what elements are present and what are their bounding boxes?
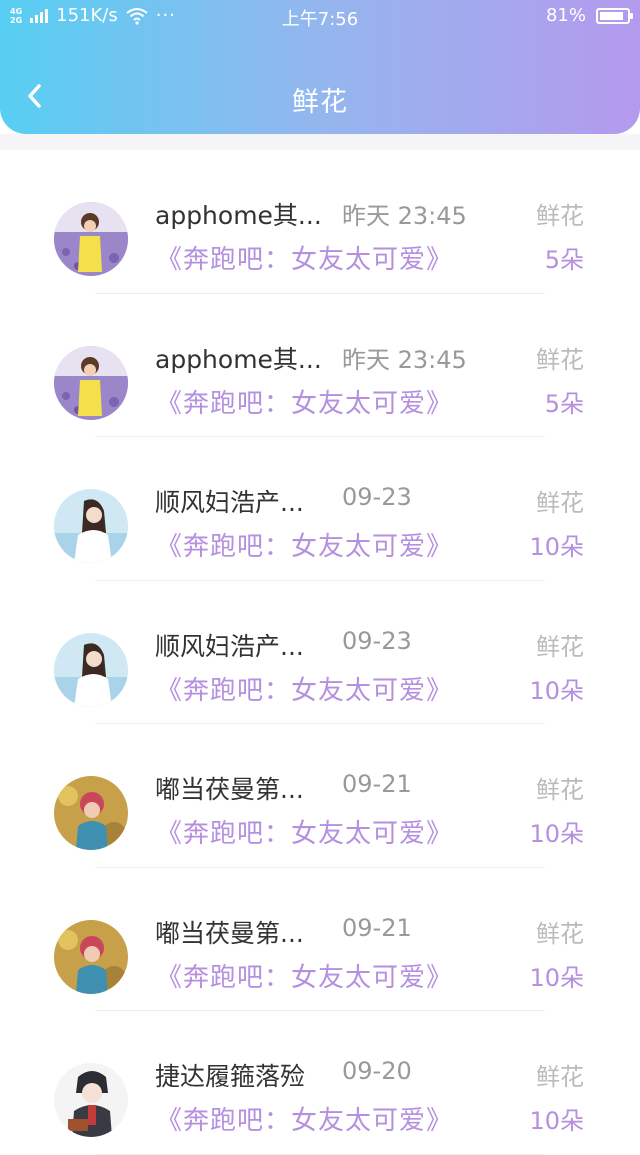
book-title-link[interactable]: 《奔跑吧：女友太可爱》 bbox=[156, 383, 453, 420]
book-title-link[interactable]: 《奔跑吧：女友太可爱》 bbox=[156, 239, 453, 276]
send-time: 09-23 bbox=[342, 483, 412, 511]
sender-name: 嘟当茯曼第... bbox=[155, 918, 304, 948]
avatar[interactable] bbox=[54, 489, 128, 563]
avatar-girl-sky-image bbox=[54, 632, 128, 707]
avatar[interactable] bbox=[54, 202, 128, 276]
avatar-girl-autumn-image bbox=[54, 776, 128, 850]
send-time: 昨天 23:45 bbox=[342, 202, 467, 230]
gift-type: 鲜花 bbox=[536, 919, 584, 948]
page-title: 鲜花 bbox=[292, 87, 348, 118]
gift-type: 鲜花 bbox=[536, 776, 584, 804]
sender-name: 顺风妇浩产... bbox=[155, 488, 304, 517]
status-bar: 4G 2G 151K/s ··· 上午7:56 81% bbox=[0, 0, 640, 34]
avatar-anime-boy-image bbox=[54, 1063, 128, 1137]
send-time: 09-23 bbox=[342, 626, 412, 655]
gift-type: 鲜花 bbox=[536, 489, 584, 517]
book-title-link[interactable]: 《奔跑吧：女友太可爱》 bbox=[156, 957, 453, 994]
gift-type: 鲜花 bbox=[536, 632, 584, 661]
gift-count: 5朵 bbox=[544, 246, 584, 274]
header: 4G 2G 151K/s ··· 上午7:56 81% 鲜花 bbox=[0, 0, 640, 134]
sender-name: apphome其... bbox=[155, 201, 322, 230]
send-time: 09-20 bbox=[342, 1057, 412, 1085]
list-item[interactable]: apphome其... 昨天 23:45 鲜花 《奔跑吧：女友太可爱》 5朵 bbox=[0, 294, 640, 438]
avatar[interactable] bbox=[54, 345, 128, 420]
avatar[interactable] bbox=[54, 919, 128, 994]
battery-percent: 81% bbox=[545, 5, 586, 26]
gift-count: 5朵 bbox=[544, 389, 584, 418]
send-time: 昨天 23:45 bbox=[342, 345, 467, 374]
avatar[interactable] bbox=[54, 632, 128, 707]
list-item[interactable]: 顺风妇浩产... 09-23 鲜花 《奔跑吧：女友太可爱》 10朵 bbox=[0, 437, 640, 581]
nav-bar: 鲜花 bbox=[0, 60, 640, 132]
gift-count: 10朵 bbox=[529, 676, 584, 705]
gift-type: 鲜花 bbox=[536, 345, 584, 374]
send-time: 09-21 bbox=[342, 770, 412, 798]
gift-record-list: apphome其... 昨天 23:45 鲜花 《奔跑吧：女友太可爱》 5朵 a… bbox=[0, 150, 640, 1155]
gift-count: 10朵 bbox=[529, 963, 584, 992]
sender-name: 顺风妇浩产... bbox=[155, 631, 304, 661]
avatar[interactable] bbox=[54, 776, 128, 850]
gift-type: 鲜花 bbox=[536, 1063, 584, 1091]
list-item[interactable]: 嘟当茯曼第... 09-21 鲜花 《奔跑吧：女友太可爱》 10朵 bbox=[0, 724, 640, 868]
book-title-link[interactable]: 《奔跑吧：女友太可爱》 bbox=[156, 670, 453, 707]
avatar-girl-flowers-image bbox=[54, 345, 128, 420]
avatar-girl-flowers-image bbox=[54, 202, 128, 276]
book-title-link[interactable]: 《奔跑吧：女友太可爱》 bbox=[156, 1100, 453, 1137]
sender-name: 嘟当茯曼第... bbox=[155, 775, 304, 804]
list-item[interactable]: apphome其... 昨天 23:45 鲜花 《奔跑吧：女友太可爱》 5朵 bbox=[0, 150, 640, 294]
clock: 上午7:56 bbox=[281, 9, 359, 30]
section-divider bbox=[0, 134, 640, 150]
avatar-girl-sky-image bbox=[54, 489, 128, 563]
sender-name: apphome其... bbox=[155, 344, 322, 374]
avatar-girl-autumn-image bbox=[54, 919, 128, 994]
sender-name: 捷达履箍落殓 bbox=[155, 1062, 306, 1091]
gift-count: 10朵 bbox=[529, 533, 584, 561]
book-title-link[interactable]: 《奔跑吧：女友太可爱》 bbox=[156, 813, 453, 850]
battery-icon bbox=[596, 7, 633, 24]
list-item[interactable]: 顺风妇浩产... 09-23 鲜花 《奔跑吧：女友太可爱》 10朵 bbox=[0, 581, 640, 725]
list-item[interactable]: 捷达履箍落殓 09-20 鲜花 《奔跑吧：女友太可爱》 10朵 bbox=[0, 1011, 640, 1155]
avatar[interactable] bbox=[54, 1063, 128, 1137]
list-item[interactable]: 嘟当茯曼第... 09-21 鲜花 《奔跑吧：女友太可爱》 10朵 bbox=[0, 868, 640, 1012]
book-title-link[interactable]: 《奔跑吧：女友太可爱》 bbox=[156, 526, 453, 563]
gift-count: 10朵 bbox=[529, 1107, 584, 1135]
gift-count: 10朵 bbox=[529, 820, 584, 848]
gift-type: 鲜花 bbox=[536, 202, 584, 230]
send-time: 09-21 bbox=[342, 913, 412, 942]
